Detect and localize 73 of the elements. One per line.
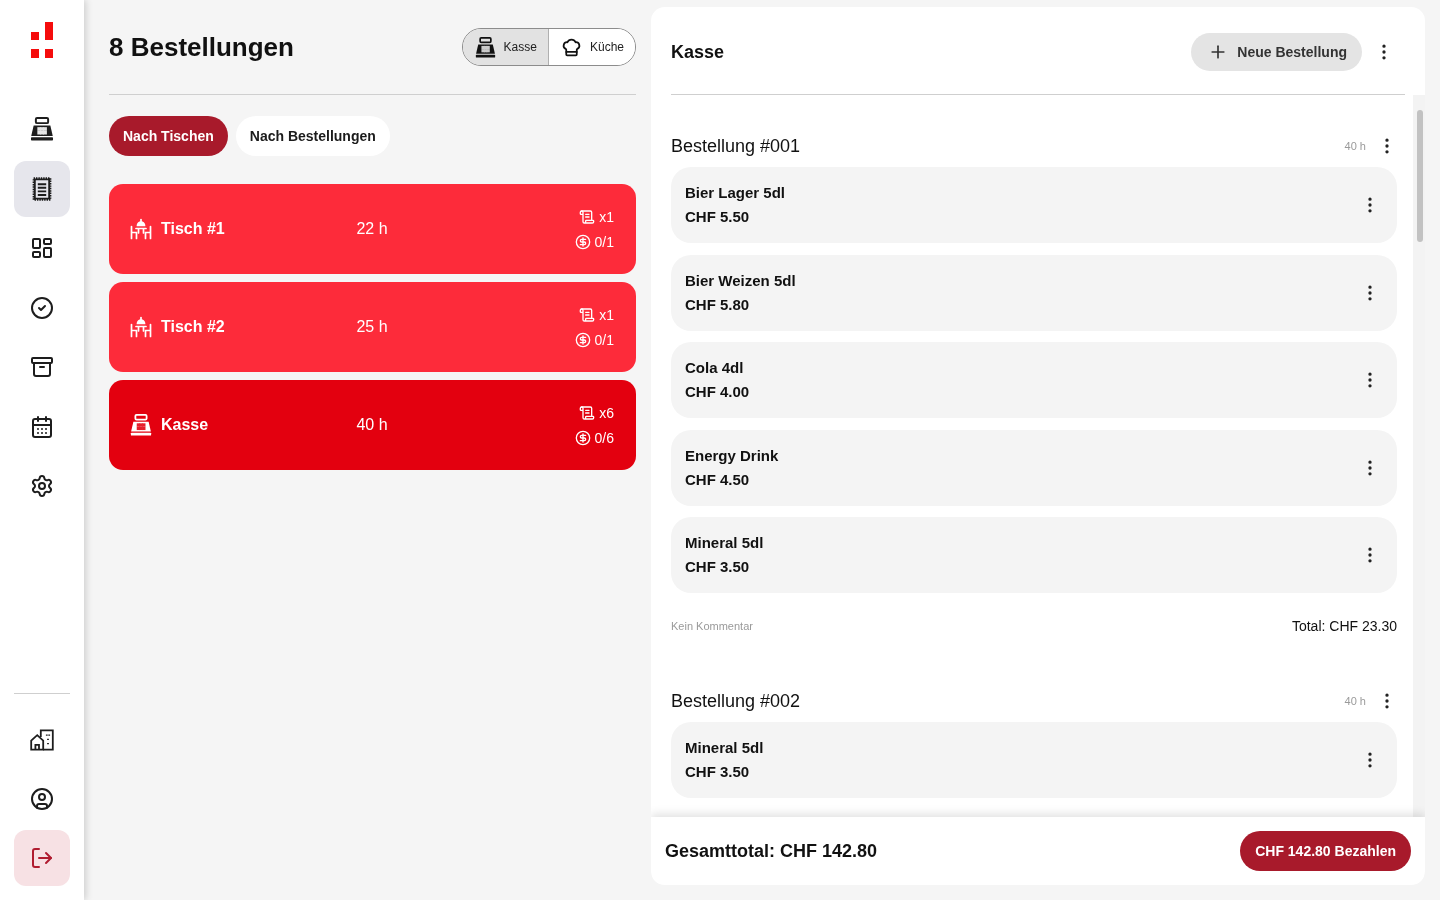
item-price: CHF 5.50 bbox=[685, 208, 751, 226]
order-item-card[interactable]: Bier Lager 5dl CHF 5.50 bbox=[671, 167, 1397, 243]
elapsed-time: 22 h bbox=[356, 220, 388, 238]
order-item-card[interactable]: Bier Weizen 5dl CHF 5.80 bbox=[671, 254, 1397, 331]
paid-count: 0/1 bbox=[594, 233, 614, 250]
dollar-circle-icon bbox=[574, 233, 591, 250]
item-name: Energy Drink bbox=[685, 446, 779, 465]
elapsed-time: 25 h bbox=[356, 318, 388, 336]
item-name: Mineral 5dl bbox=[685, 534, 764, 552]
panel-title: Kasse bbox=[671, 41, 725, 63]
view-tab[interactable]: Kasse bbox=[462, 29, 548, 65]
order-title: Bestellung #001 bbox=[671, 135, 801, 157]
cash-register-icon bbox=[474, 36, 496, 58]
order-item-card[interactable]: Energy Drink CHF 4.50 bbox=[671, 429, 1397, 506]
order-count: x1 bbox=[599, 306, 614, 323]
item-price: CHF 4.00 bbox=[685, 383, 750, 401]
receipt-icon bbox=[579, 208, 596, 225]
table-card[interactable]: Kasse 40 h x6 0/6 bbox=[109, 380, 636, 470]
view-tab[interactable]: Küche bbox=[547, 29, 635, 65]
order-item-card[interactable]: Mineral 5dl CHF 3.50 bbox=[671, 517, 1397, 593]
item-price: CHF 3.50 bbox=[685, 558, 751, 576]
cash-register-icon bbox=[130, 414, 152, 436]
dining-table-icon bbox=[130, 218, 152, 240]
user-circle-icon bbox=[30, 787, 54, 811]
receipt-icon bbox=[30, 176, 54, 201]
logo-icon bbox=[31, 22, 53, 58]
table-name: Tisch #2 bbox=[161, 318, 225, 336]
pay-button[interactable]: CHF 142.80 Bezahlen bbox=[1240, 831, 1411, 871]
grid-icon bbox=[30, 236, 54, 260]
paid-count: 0/1 bbox=[594, 331, 614, 348]
page-title: 8 Bestellungen bbox=[109, 31, 294, 63]
order-title: Bestellung #002 bbox=[671, 690, 801, 712]
item-price: CHF 5.80 bbox=[685, 295, 751, 314]
order-count: x6 bbox=[599, 404, 614, 421]
grand-total: Gesamttotal: CHF 142.80 bbox=[665, 840, 878, 862]
order-count: x1 bbox=[599, 208, 614, 225]
new-order-button[interactable]: Neue Bestellung bbox=[1191, 33, 1362, 71]
table-card[interactable]: Tisch #2 25 h x1 0/1 bbox=[109, 282, 636, 372]
cash-register-icon bbox=[30, 117, 54, 141]
order-age: 40 h bbox=[1344, 140, 1366, 152]
filter-tab[interactable]: Nach Tischen bbox=[109, 116, 228, 156]
order-age: 40 h bbox=[1344, 695, 1366, 707]
receipt-icon bbox=[579, 306, 596, 323]
item-name: Mineral 5dl bbox=[685, 739, 764, 757]
paid-count: 0/6 bbox=[594, 429, 614, 446]
scrollbar-thumb[interactable] bbox=[1417, 110, 1423, 242]
calendar-icon bbox=[30, 414, 54, 439]
order-item-card[interactable]: Mineral 5dl CHF 3.50 bbox=[671, 722, 1397, 798]
item-price: CHF 3.50 bbox=[685, 763, 751, 781]
nav-button[interactable] bbox=[14, 160, 70, 217]
order-total: Total: CHF 23.30 bbox=[1291, 618, 1397, 634]
table-card[interactable]: Tisch #1 22 h x1 0/1 bbox=[109, 184, 636, 274]
dollar-circle-icon bbox=[574, 331, 591, 348]
filter-tab[interactable]: Nach Bestellungen bbox=[235, 116, 390, 156]
order-comment: Kein Kommentar bbox=[671, 620, 753, 632]
settings-icon bbox=[30, 474, 54, 498]
dining-table-icon bbox=[130, 316, 152, 338]
table-name: Kasse bbox=[161, 416, 209, 434]
item-price: CHF 4.50 bbox=[685, 470, 751, 489]
order-item-card[interactable]: Cola 4dl CHF 4.00 bbox=[671, 342, 1397, 418]
nav-button[interactable] bbox=[14, 830, 70, 886]
receipt-icon bbox=[579, 404, 596, 421]
elapsed-time: 40 h bbox=[356, 416, 388, 434]
item-name: Cola 4dl bbox=[685, 359, 745, 377]
logout-icon bbox=[30, 846, 54, 870]
archive-box-icon bbox=[30, 355, 54, 379]
item-name: Bier Lager 5dl bbox=[685, 184, 786, 202]
dollar-circle-icon bbox=[574, 429, 591, 446]
buildings-icon bbox=[30, 728, 54, 752]
check-circle-icon bbox=[30, 295, 54, 320]
item-name: Bier Weizen 5dl bbox=[685, 271, 796, 290]
table-name: Tisch #1 bbox=[161, 220, 225, 238]
chef-hat-icon bbox=[560, 36, 582, 58]
